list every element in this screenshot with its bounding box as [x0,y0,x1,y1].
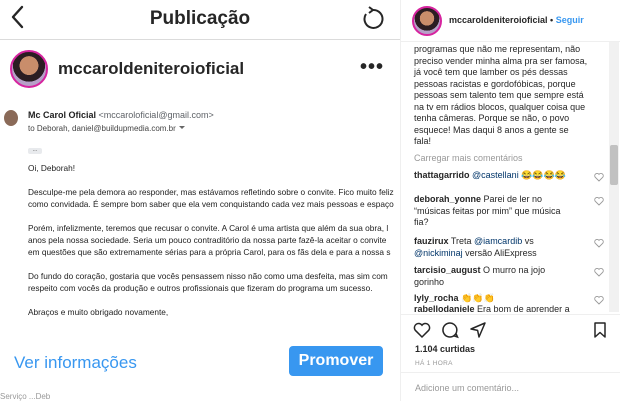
email-trimmed-content: ... [28,147,42,154]
post-top-bar: Publicação [0,0,400,40]
comment-text: Era bom de aprender a [477,304,570,312]
avatar[interactable] [10,50,48,88]
panel-username[interactable]: mccaroldeniteroioficial [449,15,548,25]
comment: deborah_yonne Parei de ler no “músicas f… [414,194,604,229]
caption-line: pessoas sem talento tem que sempre está [414,90,584,100]
heart-icon[interactable] [594,267,604,277]
heart-icon[interactable] [413,321,431,339]
email-line: em questões que são extremamente sérias … [28,247,391,257]
comment-text: Treta [450,236,475,246]
email-paragraph: Porém, infelizmente, teremos que recusar… [28,222,400,258]
sender-avatar [4,110,18,126]
add-comment-bar: Adicione um comentário... [401,372,620,401]
caption-line: já você tem que lamber os pés dessas [414,67,568,77]
comment: lyly_rocha 👏👏👏 [414,293,604,305]
email-body: Oi, Deborah! Desculpe-me pela demora ao … [28,162,400,330]
caption-line: programas que não me representam, não [414,44,581,54]
likes-count[interactable]: 1.104 curtidas [415,344,475,354]
sender-email: <mccaroloficial@gmail.com> [98,110,214,120]
comment-icon[interactable] [441,321,459,339]
scrollbar-thumb[interactable] [610,145,618,185]
heart-icon[interactable] [594,172,604,182]
add-comment-input[interactable]: Adicione um comentário... [415,383,519,393]
comment: rabellodaniele Era bom de aprender a [414,304,604,312]
refresh-icon [363,6,384,29]
comment-text: vs [522,236,534,246]
email-paragraph: Oi, Deborah! [28,163,76,173]
post-caption: programas que não me representam, não pr… [414,44,606,148]
panel-header: mccaroldeniteroioficial • Seguir [401,0,620,42]
comment-text: “músicas feitas por mim” que música [414,205,561,216]
panel-user-row: mccaroldeniteroioficial • Seguir [449,15,584,25]
heart-icon[interactable] [594,238,604,248]
refresh-button[interactable] [360,6,386,32]
post-title: Publicação [149,8,251,29]
comment: thattagarrido @castellani 😂😂😂😂 [414,170,604,182]
caption-line: esquece! Mas daqui 8 anos a gente se [414,124,569,135]
email-line: Do fundo do coração, gostaria que vocês … [28,271,388,281]
comments-list: programas que não me representam, não pr… [401,42,607,312]
panel-actions [401,314,620,344]
email-paragraph: Desculpe-me pela demora ao responder, ma… [28,186,400,210]
to-line-text: to Deborah, daniel@buildupmedia.com.br [28,124,176,133]
caret-down-icon [179,126,185,129]
comment-user[interactable]: deborah_yonne [414,194,481,204]
screen: Publicação mccaroldeniteroioficial ••• M… [0,0,620,401]
comment-text: 👏👏👏 [461,293,495,303]
email-paragraph: Abraços e muito obrigado novamente, [28,307,169,317]
caption-line: tenha câmeras. Porque se não, o povo [414,113,570,123]
email-line: Desculpe-me pela demora ao responder, ma… [28,187,394,197]
load-more-comments[interactable]: Carregar mais comentários [414,153,523,163]
bookmark-icon[interactable] [591,321,609,339]
comment: tarcisio_august O murro na jojo gorinho [414,265,604,288]
email-recipients: to Deborah, daniel@buildupmedia.com.br [28,124,186,133]
comment-user[interactable]: rabellodaniele [414,304,475,312]
post-image: Publicação mccaroldeniteroioficial ••• M… [0,0,400,401]
email-line: anos pela nossa sociedade. Seria um pouc… [28,235,387,245]
caption-line: preciso vender minha alma pra ser famosa… [414,55,588,66]
comment-text: gorinho [414,276,445,287]
comment-user[interactable]: thattagarrido [414,170,470,180]
post-side-panel: mccaroldeniteroioficial • Seguir program… [400,0,620,401]
caption-line: pessoas racistas e gordofóbicas, porque [414,78,576,89]
follow-button[interactable]: Seguir [556,15,584,25]
promote-button[interactable]: Promover [289,346,383,376]
comment-text: versão AliExpress [462,247,537,258]
comment-text: O murro na jojo [483,265,546,275]
comment-mention[interactable]: @nickiminaj [414,248,463,258]
email-sender: Mc Carol Oficial <mccaroloficial@gmail.c… [28,110,214,120]
sender-name: Mc Carol Oficial [28,110,97,120]
comment-user[interactable]: lyly_rocha [414,293,459,303]
post-actions-row: Ver informações Promover [0,340,400,384]
email-line: como convidada. É sempre bom saber que e… [28,199,394,209]
comment-mention[interactable]: @castellani [472,170,519,180]
cut-off-text: Serviço ...Deb [0,392,51,401]
email-line: respeito com vocês da produção e outros … [28,283,373,293]
more-dots-icon[interactable]: ••• [360,56,384,79]
post-profile-row: mccaroldeniteroioficial ••• [0,44,400,100]
caption-line: fala! [414,136,432,146]
share-icon[interactable] [469,321,487,339]
post-time: HÁ 1 HORA [415,360,453,367]
email-screenshot: Mc Carol Oficial <mccaroloficial@gmail.c… [0,100,400,336]
comment-user[interactable]: fauzirux [414,236,449,246]
avatar[interactable] [412,6,442,36]
comment: fauzirux Treta @iamcardib vs @nickiminaj… [414,236,604,259]
view-insights-link[interactable]: Ver informações [14,353,137,373]
comment-text: fia? [414,217,429,227]
separator-dot: • [547,15,556,25]
caption-line: na tv em rádios blocos, qualquer coisa q… [414,101,586,112]
heart-icon[interactable] [594,196,604,206]
comment-user[interactable]: tarcisio_august [414,265,481,275]
email-line: Porém, infelizmente, teremos que recusar… [28,223,389,233]
comment-text: 😂😂😂😂 [518,170,567,180]
post-username[interactable]: mccaroldeniteroioficial [58,59,244,79]
comment-mention[interactable]: @iamcardib [474,236,522,246]
comment-text: Parei de ler no [483,194,543,204]
email-paragraph: Do fundo do coração, gostaria que vocês … [28,270,400,294]
